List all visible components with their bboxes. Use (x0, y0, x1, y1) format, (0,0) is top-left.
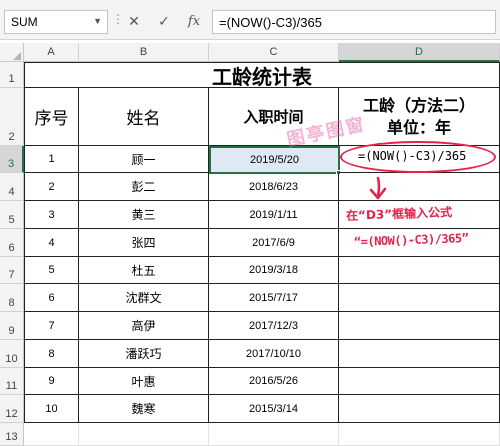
cell-tenure[interactable] (339, 257, 500, 284)
cell-name[interactable]: 杜五 (79, 257, 209, 284)
cell-date[interactable]: 2015/3/14 (209, 395, 339, 423)
cell-date-selected[interactable]: 2019/5/20 (209, 146, 340, 174)
cell-name[interactable]: 顾一 (79, 146, 209, 173)
empty-cell[interactable] (24, 423, 79, 446)
header-seq[interactable]: 序号 (25, 88, 79, 146)
cell-tenure[interactable] (339, 284, 500, 312)
row-header-6[interactable]: 6 (0, 229, 24, 257)
column-header-d[interactable]: D (339, 43, 500, 62)
insert-function-button[interactable]: fx (181, 10, 207, 34)
cell-name[interactable]: 沈群文 (79, 284, 209, 312)
header-tenure-line2: 单位：年 (386, 117, 451, 137)
cell-date[interactable]: 2017/10/10 (209, 340, 339, 368)
cell-date[interactable]: 2016/5/26 (209, 368, 339, 395)
highlight-oval (340, 141, 496, 173)
cell-date[interactable]: 2019/3/18 (209, 257, 339, 284)
empty-cell[interactable] (209, 423, 339, 446)
cell-seq[interactable]: 6 (25, 284, 79, 312)
header-tenure-line1: 工龄（方法二） (362, 95, 475, 115)
formula-input[interactable]: =(NOW()-C3)/365 (212, 10, 496, 34)
cell-name[interactable]: 潘跃巧 (79, 340, 209, 368)
cell-tenure[interactable] (339, 368, 500, 395)
cell-date[interactable]: 2019/1/11 (209, 201, 339, 229)
column-header-a[interactable]: A (24, 43, 79, 62)
name-box[interactable]: SUM ▼ (4, 10, 108, 34)
row-header-11[interactable]: 11 (0, 368, 24, 395)
cell-date[interactable]: 2017/12/3 (209, 312, 339, 340)
cell-seq[interactable]: 10 (25, 395, 79, 423)
cell-name[interactable]: 叶惠 (79, 368, 209, 395)
row-header-13[interactable]: 13 (0, 423, 24, 446)
cell-name[interactable]: 张四 (79, 229, 209, 257)
column-header-c[interactable]: C (209, 43, 339, 62)
cell-tenure[interactable] (339, 395, 500, 423)
row-header-3[interactable]: 3 (0, 146, 24, 173)
enter-icon[interactable]: ✓ (151, 10, 177, 34)
row-header-4[interactable]: 4 (0, 173, 24, 201)
row-header-12[interactable]: 12 (0, 395, 24, 423)
row-header-8[interactable]: 8 (0, 284, 24, 312)
header-name[interactable]: 姓名 (79, 88, 209, 146)
empty-cell[interactable] (79, 423, 209, 446)
row-header-5[interactable]: 5 (0, 201, 24, 229)
row-header-2[interactable]: 2 (0, 88, 24, 146)
cell-seq[interactable]: 9 (25, 368, 79, 395)
cell-name[interactable]: 黄三 (79, 201, 209, 229)
formula-bar: SUM ▼ ⋮ ✕ ✓ fx =(NOW()-C3)/365 (0, 0, 500, 40)
column-header-b[interactable]: B (79, 43, 209, 62)
chevron-down-icon[interactable]: ▼ (93, 16, 102, 26)
cell-date[interactable]: 2017/6/9 (209, 229, 339, 257)
sheet-title[interactable]: 工龄统计表 (25, 63, 500, 89)
cell-tenure[interactable] (339, 173, 500, 201)
down-arrow-icon (369, 176, 387, 200)
cell-name[interactable]: 高伊 (79, 312, 209, 340)
row-header-9[interactable]: 9 (0, 312, 24, 340)
row-header-1[interactable]: 1 (0, 62, 24, 88)
cell-date[interactable]: 2018/6/23 (209, 173, 339, 201)
select-all-button[interactable] (0, 43, 24, 62)
cell-seq[interactable]: 1 (25, 146, 79, 173)
cell-seq[interactable]: 3 (25, 201, 79, 229)
cancel-icon[interactable]: ✕ (121, 10, 147, 34)
empty-cell[interactable] (339, 423, 500, 446)
cell-name[interactable]: 彭二 (79, 173, 209, 201)
cell-seq[interactable]: 2 (25, 173, 79, 201)
cell-seq[interactable]: 7 (25, 312, 79, 340)
row-header-7[interactable]: 7 (0, 257, 24, 284)
cell-seq[interactable]: 8 (25, 340, 79, 368)
row-header-10[interactable]: 10 (0, 340, 24, 368)
cell-tenure[interactable] (339, 312, 500, 340)
cell-name[interactable]: 魏寒 (79, 395, 209, 423)
cell-seq[interactable]: 5 (25, 257, 79, 284)
cell-seq[interactable]: 4 (25, 229, 79, 257)
cell-tenure[interactable] (339, 340, 500, 368)
name-box-value: SUM (11, 15, 38, 29)
column-headers: A B C D (0, 43, 500, 62)
cell-date[interactable]: 2015/7/17 (209, 284, 339, 312)
